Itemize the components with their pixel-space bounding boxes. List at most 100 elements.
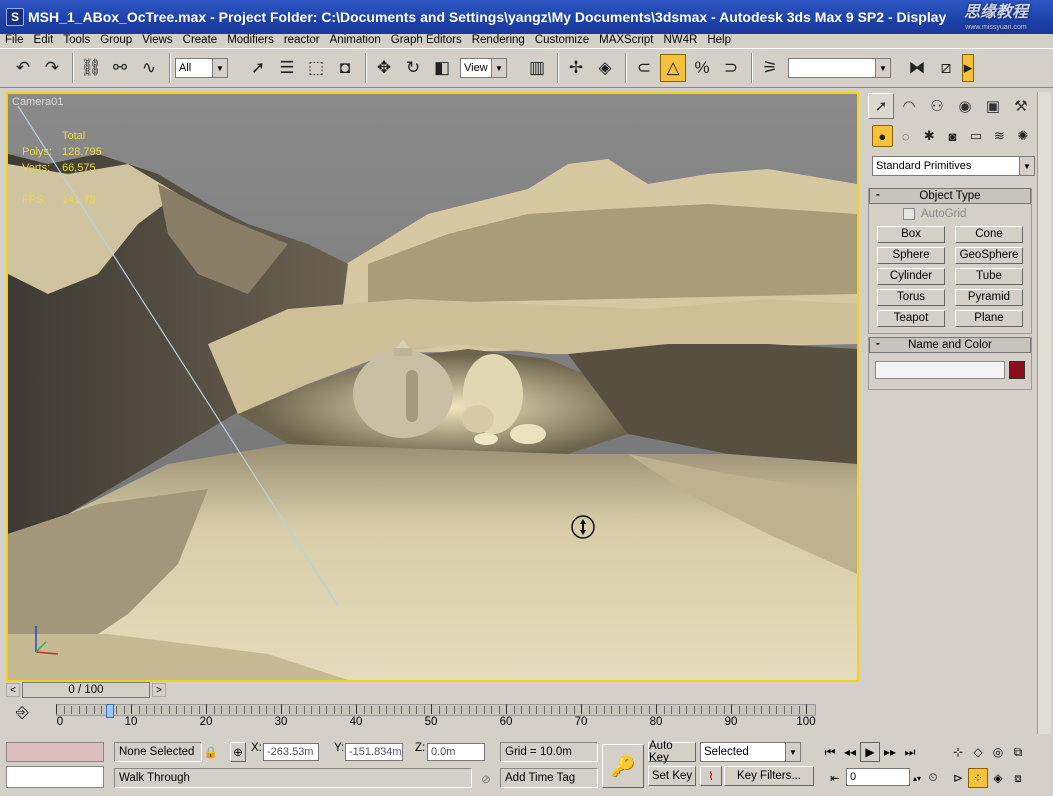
orbit-camera-icon[interactable]: ◈ <box>988 768 1008 788</box>
current-frame-field[interactable]: 0 <box>846 768 910 786</box>
viewport-label[interactable]: Camera01 <box>12 96 63 108</box>
redo-icon[interactable]: ↷ <box>39 54 65 82</box>
maxscript-listener-mini[interactable] <box>6 742 104 762</box>
modify-tab-icon[interactable]: ◠ <box>896 93 922 119</box>
maximize-viewport-icon[interactable]: ⧈ <box>1008 768 1028 788</box>
checkbox-icon[interactable] <box>903 208 915 220</box>
display-tab-icon[interactable]: ▣ <box>980 93 1006 119</box>
spinner-snap-icon[interactable]: ⊃ <box>718 54 744 82</box>
menu-tools[interactable]: Tools <box>58 34 95 47</box>
snaps-toggle-icon[interactable]: ⊂ <box>631 54 657 82</box>
key-filters-button[interactable]: Key Filters... <box>724 766 814 786</box>
chevron-down-icon[interactable]: ▼ <box>491 58 507 78</box>
x-coordinate-field[interactable]: -263.53m <box>263 743 319 761</box>
zoom-extents-all-icon[interactable]: ⧉ <box>1008 742 1028 762</box>
frame-spinner-icon[interactable]: ▴▾ <box>912 768 922 788</box>
go-to-end-icon[interactable]: ⏭ <box>900 742 920 762</box>
absolute-mode-transform-icon[interactable]: ⊕ <box>230 742 246 762</box>
unlink-icon[interactable]: ⚯ <box>107 54 133 82</box>
play-icon[interactable]: ▶ <box>860 742 880 762</box>
geometry-icon[interactable]: ● <box>872 125 893 147</box>
chevron-down-icon[interactable]: ▼ <box>785 742 801 762</box>
object-type-header[interactable]: - Object Type <box>869 188 1031 204</box>
z-coordinate-field[interactable]: 0.0m <box>427 743 485 761</box>
menu-rendering[interactable]: Rendering <box>467 34 530 47</box>
mirror-icon[interactable]: ⧓ <box>904 54 930 82</box>
selection-filter-dropdown[interactable]: All ▼ <box>175 58 228 78</box>
3d-scene-render[interactable] <box>8 94 857 680</box>
tube-button[interactable]: Tube <box>955 268 1023 285</box>
autogrid-checkbox[interactable]: AutoGrid <box>903 208 1031 220</box>
helpers-icon[interactable]: ▭ <box>966 125 986 147</box>
cone-button[interactable]: Cone <box>955 226 1023 243</box>
menu-create[interactable]: Create <box>178 34 223 47</box>
menu-help[interactable]: Help <box>702 34 736 47</box>
auto-key-button[interactable]: Auto Key <box>648 740 696 764</box>
time-slider-prev-button[interactable]: < <box>6 683 20 697</box>
bind-space-warp-icon[interactable]: ∿ <box>136 54 162 82</box>
geosphere-button[interactable]: GeoSphere <box>955 247 1023 264</box>
default-in-out-tangents-icon[interactable]: ⌇ <box>700 766 722 786</box>
select-and-rotate-icon[interactable]: ↻ <box>400 54 426 82</box>
shapes-icon[interactable]: ◌ <box>896 125 916 147</box>
torus-button[interactable]: Torus <box>877 289 945 306</box>
walk-through-icon[interactable]: ⁘ <box>968 768 988 788</box>
box-button[interactable]: Box <box>877 226 945 243</box>
add-time-tag-button[interactable]: Add Time Tag <box>500 768 598 788</box>
pyramid-button[interactable]: Pyramid <box>955 289 1023 306</box>
undo-icon[interactable]: ↶ <box>10 54 36 82</box>
y-coordinate-field[interactable]: -151.834m <box>345 743 403 761</box>
go-to-start-icon[interactable]: ⏮ <box>820 742 840 762</box>
time-configuration-icon[interactable]: ⏲ <box>924 768 942 788</box>
frame-ruler-track[interactable] <box>56 704 816 716</box>
select-by-name-icon[interactable]: ☰ <box>274 54 300 82</box>
percent-snap-icon[interactable]: % <box>689 54 715 82</box>
time-slider-thumb[interactable]: 0 / 100 <box>22 682 150 698</box>
collapse-icon[interactable]: - <box>876 189 880 201</box>
chevron-down-icon[interactable]: ▼ <box>1019 156 1035 176</box>
menu-group[interactable]: Group <box>95 34 137 47</box>
open-mini-curve-editor-icon[interactable]: ⎆ <box>16 704 29 722</box>
select-and-link-icon[interactable]: ⛓ <box>78 54 104 82</box>
chevron-down-icon[interactable]: ▼ <box>875 58 891 78</box>
menu-graph-editors[interactable]: Graph Editors <box>386 34 467 47</box>
window-crossing-icon[interactable]: ◘ <box>332 54 358 82</box>
maxscript-input[interactable] <box>6 766 104 788</box>
select-and-scale-icon[interactable]: ◧ <box>429 54 455 82</box>
chevron-down-icon[interactable]: ▼ <box>212 58 228 78</box>
zoom-icon[interactable]: ⊹ <box>948 742 968 762</box>
create-tab-icon[interactable]: ➚ <box>868 93 894 119</box>
pivot-center-icon[interactable]: ▥ <box>524 54 550 82</box>
menu-views[interactable]: Views <box>137 34 177 47</box>
named-selection-dropdown[interactable]: ▼ <box>788 58 891 78</box>
set-key-button[interactable]: Set Key <box>648 766 696 786</box>
motion-tab-icon[interactable]: ◉ <box>952 93 978 119</box>
next-frame-icon[interactable]: ▸▸ <box>880 742 900 762</box>
camera-viewport[interactable]: Camera01 Total Polys: 128,795 Verts: 66,57… <box>6 92 859 682</box>
select-object-icon[interactable]: ➚ <box>245 54 271 82</box>
zoom-all-icon[interactable]: ◇ <box>968 742 988 762</box>
name-and-color-header[interactable]: - Name and Color <box>869 337 1031 353</box>
plane-button[interactable]: Plane <box>955 310 1023 327</box>
hierarchy-tab-icon[interactable]: ⚇ <box>924 93 950 119</box>
menu-reactor[interactable]: reactor <box>279 34 325 47</box>
time-slider-next-button[interactable]: > <box>152 683 166 697</box>
field-of-view-icon[interactable]: ⊳ <box>948 768 968 788</box>
angle-snap-icon[interactable]: △ <box>660 54 686 82</box>
menu-file[interactable]: File <box>0 34 29 47</box>
menu-edit[interactable]: Edit <box>29 34 59 47</box>
keyboard-shortcut-override-icon[interactable]: ◈ <box>592 54 618 82</box>
primitive-type-dropdown[interactable]: Standard Primitives ▼ <box>872 156 1035 176</box>
previous-frame-icon[interactable]: ◂◂ <box>840 742 860 762</box>
reference-coordinate-dropdown[interactable]: View ▼ <box>460 58 507 78</box>
space-warps-icon[interactable]: ≋ <box>989 125 1009 147</box>
command-panel-scrollbar[interactable] <box>1037 92 1051 734</box>
cylinder-button[interactable]: Cylinder <box>877 268 945 285</box>
menu-maxscript[interactable]: MAXScript <box>594 34 658 47</box>
menu-nw4r[interactable]: NW4R <box>658 34 702 47</box>
collapse-icon[interactable]: - <box>876 338 880 350</box>
current-frame-marker[interactable] <box>106 704 114 718</box>
object-color-swatch[interactable] <box>1009 361 1025 379</box>
menu-customize[interactable]: Customize <box>530 34 594 47</box>
time-slider[interactable]: < 0 / 100 > <box>6 682 859 698</box>
